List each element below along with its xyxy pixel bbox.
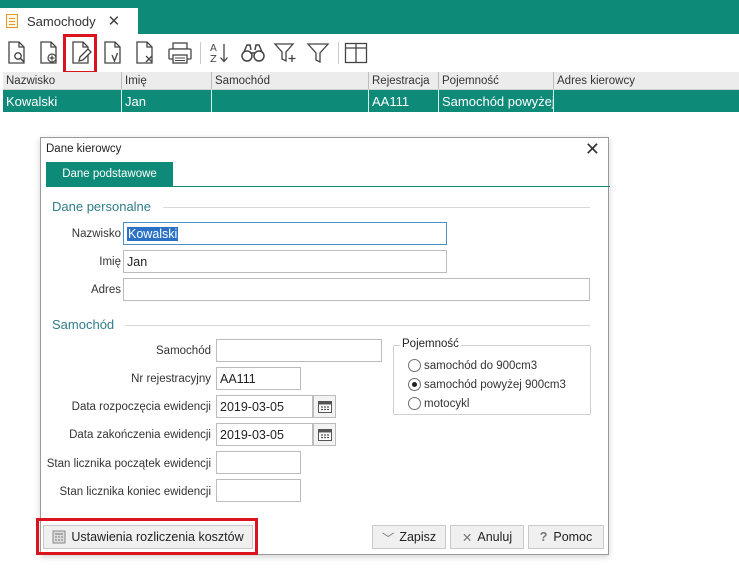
- tab-underline: [46, 186, 610, 187]
- toolbar: AZ: [0, 34, 739, 74]
- radio-button[interactable]: [408, 359, 421, 372]
- radio-button-selected[interactable]: [408, 378, 421, 391]
- section-divider: [125, 325, 590, 326]
- preview-document-icon[interactable]: [2, 38, 32, 68]
- calendar-icon[interactable]: [313, 395, 336, 418]
- radio-motorcycle[interactable]: motocykl: [408, 397, 469, 410]
- address-field[interactable]: [123, 278, 590, 301]
- filter-add-icon[interactable]: [271, 38, 301, 68]
- print-icon[interactable]: [165, 38, 195, 68]
- radio-under-900[interactable]: samochód do 900cm3: [408, 359, 537, 372]
- help-button[interactable]: ? Pomoc: [528, 525, 604, 549]
- columns-icon[interactable]: [341, 38, 371, 68]
- car-label: Samochód: [156, 345, 211, 357]
- approve-document-icon[interactable]: [98, 38, 128, 68]
- odometer-end-label: Stan licznika koniec ewidencji: [59, 486, 212, 498]
- section-divider: [163, 207, 590, 208]
- close-icon: ✕: [461, 530, 473, 545]
- end-date-field[interactable]: 2019-03-05: [216, 423, 313, 446]
- edit-button-highlight: [63, 34, 97, 74]
- table-cell: Samochód powyżej: [439, 90, 554, 112]
- section-title-car: Samochód: [52, 317, 115, 332]
- settings-button-highlight: [36, 518, 258, 555]
- odometer-end-field[interactable]: [216, 479, 301, 502]
- help-icon: ?: [539, 530, 548, 544]
- binoculars-icon[interactable]: [238, 38, 268, 68]
- dialog-title: Dane kierowcy: [46, 143, 122, 155]
- filter-icon[interactable]: [303, 38, 333, 68]
- calendar-icon[interactable]: [313, 423, 336, 446]
- table-row[interactable]: Kowalski Jan AA111 Samochód powyżej: [3, 90, 739, 112]
- document-list-icon: [6, 14, 18, 28]
- surname-value: Kowalski: [127, 226, 179, 241]
- close-icon[interactable]: ✕: [585, 139, 600, 160]
- add-document-icon[interactable]: [34, 38, 64, 68]
- cancel-label: Anuluj: [477, 530, 513, 544]
- radio-over-900[interactable]: samochód powyżej 900cm3: [408, 378, 566, 391]
- capacity-group: Pojemność samochód do 900cm3 samochód po…: [393, 338, 591, 415]
- table-cell: [212, 90, 369, 112]
- surname-field[interactable]: Kowalski: [123, 222, 447, 245]
- cancel-button[interactable]: ✕ Anuluj: [450, 525, 524, 549]
- registration-label: Nr rejestracyjny: [131, 373, 211, 385]
- column-header-name[interactable]: Imię: [122, 72, 212, 89]
- table-cell: Jan: [122, 90, 212, 112]
- column-header-car[interactable]: Samochód: [212, 72, 369, 89]
- svg-text:Z: Z: [210, 54, 217, 65]
- delete-document-icon[interactable]: [130, 38, 160, 68]
- driver-dialog: Dane kierowcy ✕ Dane podstawowe Dane per…: [36, 137, 610, 555]
- name-label: Imię: [99, 256, 121, 268]
- car-field[interactable]: [216, 339, 382, 362]
- tab-basic-data[interactable]: Dane podstawowe: [46, 162, 173, 186]
- odometer-start-field[interactable]: [216, 451, 301, 474]
- sort-az-icon[interactable]: AZ: [204, 38, 234, 68]
- column-header-driver-address[interactable]: Adres kierowcy: [554, 72, 739, 89]
- toolbar-separator: [338, 42, 339, 64]
- odometer-start-label: Stan licznika początek ewidencji: [46, 458, 211, 470]
- table-cell: [554, 90, 739, 112]
- name-field[interactable]: Jan: [123, 250, 447, 273]
- help-label: Pomoc: [553, 530, 593, 544]
- registration-field[interactable]: AA111: [216, 367, 301, 390]
- radio-label: motocykl: [424, 397, 470, 410]
- column-header-surname[interactable]: Nazwisko: [3, 72, 122, 89]
- toolbar-separator: [200, 42, 201, 64]
- start-date-label: Data rozpoczęcia ewidencji: [71, 401, 211, 413]
- tab-samochody[interactable]: Samochody ✕: [0, 8, 138, 34]
- app-top-strip: [0, 0, 739, 8]
- start-date-field[interactable]: 2019-03-05: [216, 395, 313, 418]
- radio-label: samochód do 900cm3: [424, 359, 538, 372]
- tab-label: Samochody: [27, 13, 96, 29]
- section-title-personal: Dane personalne: [52, 199, 152, 214]
- capacity-legend: Pojemność: [400, 338, 461, 350]
- close-tab-icon[interactable]: ✕: [108, 12, 121, 30]
- chevron-down-icon: ﹀: [381, 531, 395, 546]
- column-header-registration[interactable]: Rejestracja: [369, 72, 439, 89]
- svg-text:A: A: [210, 43, 217, 54]
- save-button[interactable]: ﹀ Zapisz: [372, 525, 446, 549]
- surname-label: Nazwisko: [71, 228, 121, 240]
- cars-grid: Nazwisko Imię Samochód Rejestracja Pojem…: [3, 72, 739, 112]
- radio-label: samochód powyżej 900cm3: [424, 378, 566, 391]
- radio-button[interactable]: [408, 397, 421, 410]
- address-label: Adres: [90, 284, 121, 296]
- table-cell: AA111: [369, 90, 439, 112]
- column-header-capacity[interactable]: Pojemność: [439, 72, 554, 89]
- grid-header: Nazwisko Imię Samochód Rejestracja Pojem…: [3, 72, 739, 90]
- table-cell: Kowalski: [3, 90, 122, 112]
- tab-bar: Samochody ✕: [0, 8, 739, 34]
- save-label: Zapisz: [399, 530, 437, 544]
- end-date-label: Data zakończenia ewidencji: [69, 429, 211, 441]
